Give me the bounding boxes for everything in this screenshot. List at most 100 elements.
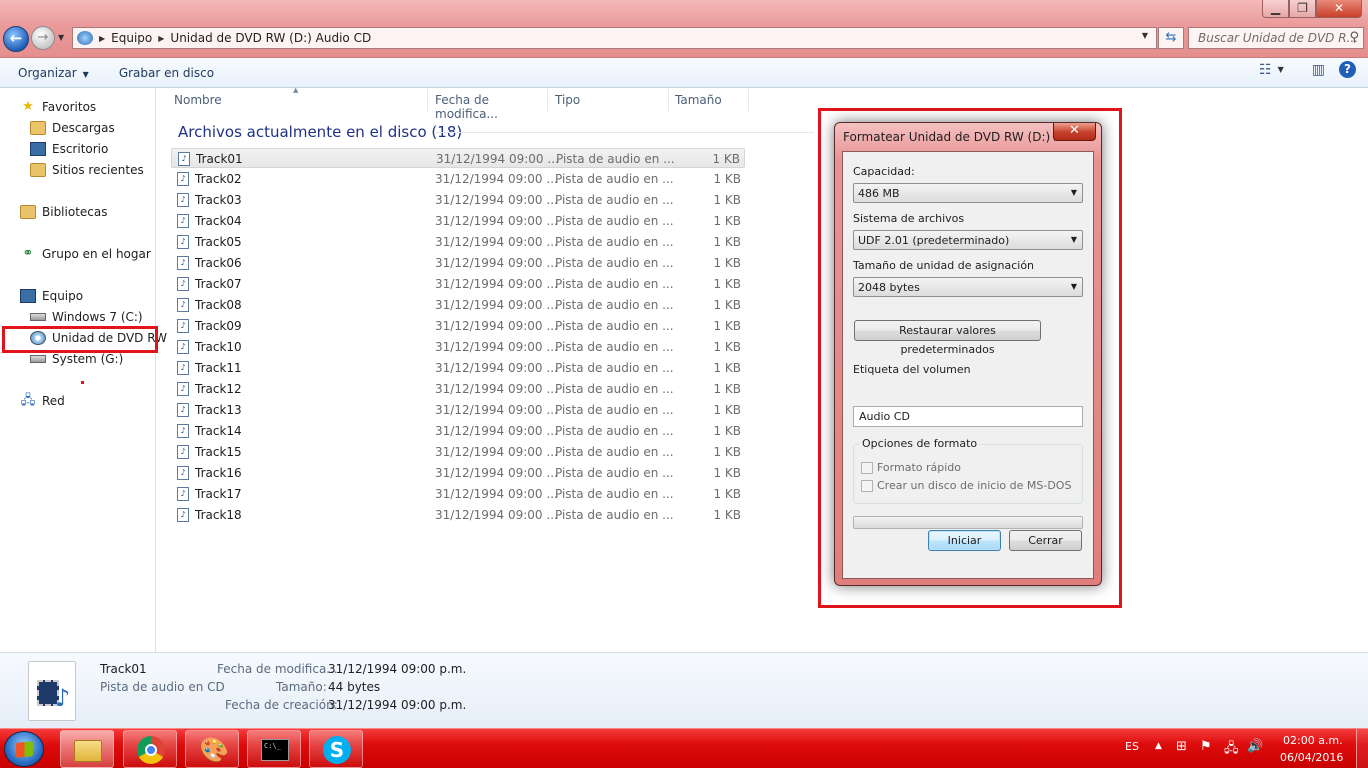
capacity-select[interactable]: 486 MB ▼ [853, 183, 1083, 203]
table-row[interactable]: ♪ Track05 31/12/1994 09:00 ... Pista de aud… [171, 232, 745, 252]
refresh-button[interactable]: ⇆ [1158, 27, 1184, 49]
nav-label: Red [42, 394, 65, 408]
desktop-icon [30, 142, 46, 156]
table-row[interactable]: ♪ Track14 31/12/1994 09:00 ... Pista de aud… [171, 421, 745, 441]
file-size: 1 KB [713, 445, 741, 459]
recent-pages-dropdown[interactable]: ▼ [58, 33, 64, 42]
table-row[interactable]: ♪ Track03 31/12/1994 09:00 ... Pista de aud… [171, 190, 745, 210]
taskbar-skype[interactable]: S [309, 730, 363, 768]
dialog-close-button[interactable]: ✕ [1053, 123, 1096, 141]
action-center-flag-icon[interactable]: ⚑ [1200, 739, 1212, 754]
quick-format-checkbox[interactable] [861, 462, 873, 474]
filesystem-select[interactable]: UDF 2.01 (predeterminado) ▼ [853, 230, 1083, 250]
nav-drive-c[interactable]: Windows 7 (C:) [30, 310, 143, 324]
table-row[interactable]: ♪ Track06 31/12/1994 09:00 ... Pista de aud… [171, 253, 745, 273]
nav-computer[interactable]: Equipo [20, 289, 83, 303]
table-row[interactable]: ♪ Track13 31/12/1994 09:00 ... Pista de aud… [171, 400, 745, 420]
taskbar-chrome[interactable] [123, 730, 177, 768]
msdos-disk-checkbox[interactable] [861, 480, 873, 492]
chevron-down-icon: ▼ [1070, 282, 1077, 291]
file-name: Track04 [195, 214, 242, 228]
volume-label-input[interactable]: Audio CD [853, 406, 1083, 427]
nav-favorites[interactable]: ★ Favoritos [20, 100, 96, 115]
nav-drive-g[interactable]: System (G:) [30, 352, 123, 366]
restore-defaults-button[interactable]: Restaurar valores predeterminados [854, 320, 1041, 356]
table-row[interactable]: ♪ Track02 31/12/1994 09:00 ... Pista de aud… [171, 169, 745, 189]
nav-network[interactable]: 🖧 Red [20, 394, 65, 409]
table-row[interactable]: ♪ Track15 31/12/1994 09:00 ... Pista de aud… [171, 442, 745, 462]
maximize-button[interactable]: ❐ [1289, 0, 1316, 18]
network-tray-icon[interactable]: 🖧 [1224, 739, 1239, 761]
file-size: 1 KB [713, 403, 741, 417]
search-icon[interactable]: ⚲ [1349, 30, 1359, 45]
chevron-down-icon[interactable]: ▼ [1278, 65, 1284, 74]
table-row[interactable]: ♪ Track11 31/12/1994 09:00 ... Pista de aud… [171, 358, 745, 378]
column-header-size[interactable]: Tamaño [669, 89, 749, 111]
nav-downloads[interactable]: Descargas [30, 121, 115, 135]
table-row[interactable]: ♪ Track10 31/12/1994 09:00 ... Pista de aud… [171, 337, 745, 357]
show-desktop-button[interactable] [1356, 729, 1368, 769]
close-button[interactable]: ✕ [1316, 0, 1362, 18]
table-row[interactable]: ♪ Track01 31/12/1994 09:00 ... Pista de aud… [171, 148, 745, 168]
nav-desktop[interactable]: Escritorio [30, 142, 108, 156]
nav-recent[interactable]: Sitios recientes [30, 163, 144, 177]
language-indicator[interactable]: ES [1125, 740, 1139, 753]
taskbar-cmd[interactable]: C:\_ [247, 730, 301, 768]
file-name: Track05 [195, 235, 242, 249]
msdos-disk-label: Crear un disco de inicio de MS-DOS [877, 479, 1072, 492]
address-dropdown-icon[interactable]: ▼ [1142, 31, 1148, 40]
nav-libraries[interactable]: Bibliotecas [20, 205, 107, 219]
clock-date[interactable]: 06/04/2016 [1280, 751, 1343, 764]
table-row[interactable]: ♪ Track17 31/12/1994 09:00 ... Pista de aud… [171, 484, 745, 504]
file-size: 1 KB [713, 466, 741, 480]
table-row[interactable]: ♪ Track04 31/12/1994 09:00 ... Pista de aud… [171, 211, 745, 231]
search-input[interactable]: Buscar Unidad de DVD R... ⚲ [1188, 27, 1364, 49]
forward-button[interactable]: → [31, 26, 55, 50]
group-header[interactable]: Archivos actualmente en el disco (18) [178, 123, 462, 141]
burn-button[interactable]: Grabar en disco [119, 63, 214, 83]
organize-button[interactable]: Organizar ▼ [18, 63, 89, 83]
audio-file-icon: ♪ [177, 340, 189, 354]
start-format-button[interactable]: Iniciar [928, 530, 1001, 551]
preview-pane-icon[interactable]: ▥ [1312, 62, 1325, 78]
volume-icon[interactable]: 🔊 [1247, 739, 1263, 754]
file-date: 31/12/1994 09:00 ... [435, 172, 558, 186]
format-options-group: Opciones de formato Formato rápido Crear… [853, 437, 1083, 504]
minimize-button[interactable]: ▁ [1262, 0, 1289, 18]
file-size: 1 KB [713, 508, 741, 522]
table-row[interactable]: ♪ Track08 31/12/1994 09:00 ... Pista de aud… [171, 295, 745, 315]
close-dialog-button[interactable]: Cerrar [1009, 530, 1082, 551]
breadcrumb-dvd-drive[interactable]: Unidad de DVD RW (D:) Audio CD [170, 31, 371, 45]
clock-time[interactable]: 02:00 a.m. [1283, 734, 1343, 747]
quick-format-label: Formato rápido [877, 461, 962, 474]
taskbar-explorer[interactable] [60, 730, 114, 768]
address-bar[interactable]: ▶ Equipo ▶ Unidad de DVD RW (D:) Audio C… [72, 27, 1157, 49]
breadcrumb-separator-icon[interactable]: ▶ [99, 34, 105, 43]
highlight-dvd-nav [2, 326, 158, 353]
format-dialog: Formatear Unidad de DVD RW (D:) A... ✕ C… [834, 122, 1102, 586]
column-header-modified[interactable]: Fecha de modifica... [429, 89, 548, 121]
table-row[interactable]: ♪ Track09 31/12/1994 09:00 ... Pista de aud… [171, 316, 745, 336]
window-controls: ▁ ❐ ✕ [1262, 0, 1362, 20]
view-options-icon[interactable]: ☷ [1259, 62, 1272, 78]
show-hidden-icons-icon[interactable]: ▲ [1155, 741, 1162, 751]
file-type: Pista de audio en ... [555, 487, 674, 501]
back-button[interactable]: ← [3, 26, 29, 52]
table-row[interactable]: ♪ Track18 31/12/1994 09:00 ... Pista de aud… [171, 505, 745, 525]
allocation-select[interactable]: 2048 bytes ▼ [853, 277, 1083, 297]
file-size: 1 KB [713, 193, 741, 207]
nav-homegroup[interactable]: ⚭ Grupo en el hogar [20, 247, 151, 262]
start-button[interactable] [4, 731, 44, 767]
file-size: 1 KB [713, 235, 741, 249]
table-row[interactable]: ♪ Track16 31/12/1994 09:00 ... Pista de aud… [171, 463, 745, 483]
audio-file-icon: ♪ [177, 256, 189, 270]
audio-file-icon: ♪ [177, 445, 189, 459]
breadcrumb-equipo[interactable]: Equipo [111, 31, 152, 45]
taskbar-paint[interactable]: 🎨 [185, 730, 239, 768]
help-icon[interactable]: ? [1339, 61, 1356, 78]
column-header-type[interactable]: Tipo [549, 89, 669, 111]
table-row[interactable]: ♪ Track12 31/12/1994 09:00 ... Pista de aud… [171, 379, 745, 399]
table-row[interactable]: ♪ Track07 31/12/1994 09:00 ... Pista de aud… [171, 274, 745, 294]
breadcrumb-separator-icon[interactable]: ▶ [158, 34, 164, 43]
windows-flag-icon[interactable]: ⊞ [1176, 739, 1187, 754]
